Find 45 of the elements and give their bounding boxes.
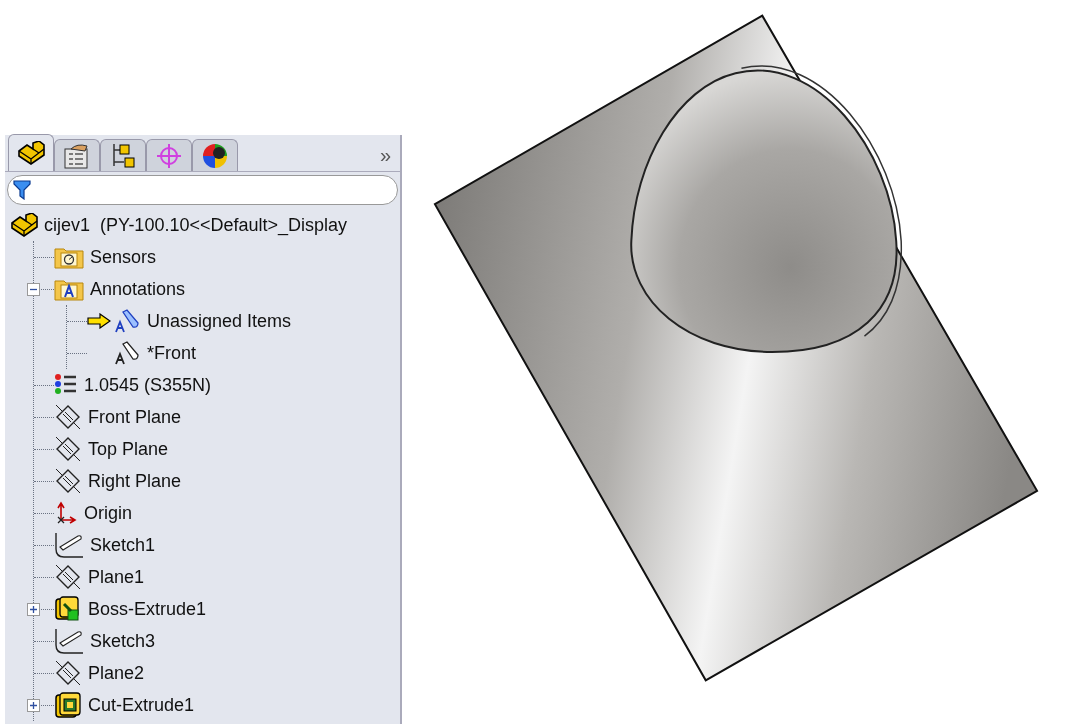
boss-extrude-icon (54, 595, 82, 623)
sketch-icon (54, 531, 84, 559)
tree-item[interactable]: Plane1 (88, 563, 145, 591)
tree-item[interactable]: Boss-Extrude1 (88, 595, 207, 623)
origin-icon (54, 500, 78, 526)
filter-field[interactable] (7, 175, 398, 205)
plane-icon (54, 403, 82, 431)
tree-item[interactable]: Sketch1 (90, 531, 156, 559)
panel-tab[interactable] (8, 134, 54, 171)
cut-extrude-icon (54, 691, 82, 719)
tree-item[interactable]: Right Plane (88, 467, 182, 495)
plane-icon (54, 467, 82, 495)
plane-icon (54, 659, 82, 687)
tree-item[interactable]: Sketch3 (90, 627, 156, 655)
annotation-view-icon (113, 340, 141, 366)
tree-item[interactable]: Plane2 (88, 659, 145, 687)
collapse-icon[interactable] (27, 282, 40, 296)
panel-tab[interactable] (192, 139, 238, 171)
plane-icon (54, 435, 82, 463)
material-icon (54, 373, 78, 397)
tree-item[interactable]: Top Plane (88, 435, 169, 463)
tree-item[interactable]: Sensors (90, 243, 157, 271)
crosshair-icon (155, 141, 183, 170)
tree-item[interactable]: 1.0545 (S355N) (84, 371, 212, 399)
plane-icon (54, 563, 82, 591)
tree-item[interactable]: cijev1 (PY-100.10<<Default>_Display (44, 211, 348, 239)
tree-item[interactable]: *Front (147, 339, 197, 367)
tree-item[interactable]: Unassigned Items (147, 307, 292, 335)
expand-icon[interactable] (27, 602, 40, 616)
color-ball-icon (201, 141, 229, 170)
expand-icon[interactable] (27, 698, 40, 712)
tree-item[interactable]: Annotations (90, 275, 186, 303)
filter-icon (13, 180, 31, 200)
sketch-icon (54, 627, 84, 655)
part-icon (17, 141, 45, 165)
tree-item[interactable]: Front Plane (88, 403, 182, 431)
more-tabs-button[interactable]: » (379, 145, 391, 165)
property-sheet-icon (63, 142, 91, 169)
sensor-folder-icon (54, 245, 84, 269)
annotation-view-icon (113, 308, 141, 334)
annotation-folder-icon (54, 277, 84, 301)
tree-item[interactable]: Origin (84, 499, 132, 527)
part-icon (10, 213, 38, 237)
tree-item[interactable]: Cut-Extrude1 (88, 691, 195, 719)
configuration-tree-icon (110, 141, 136, 170)
